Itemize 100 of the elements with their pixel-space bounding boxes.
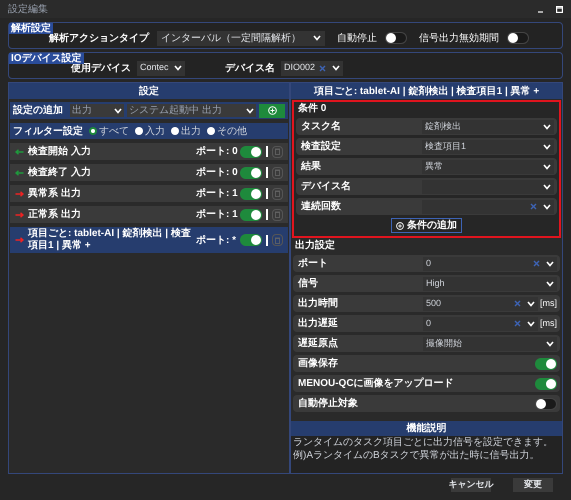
unit-label: [ms] <box>540 316 557 330</box>
field-label: 出力遅延 <box>298 316 339 331</box>
trash-icon <box>275 148 280 155</box>
plus-circle-icon <box>396 222 404 230</box>
port-label: ポート: * <box>196 234 236 248</box>
field-label: 解析アクションタイプ <box>49 32 149 46</box>
field-label: 連続回数 <box>301 200 342 214</box>
chevron-down-icon <box>332 65 340 71</box>
dropdown[interactable]: 出力 <box>70 104 124 117</box>
item-label: 異常系 出力 <box>28 188 82 200</box>
arrow-left-icon <box>15 170 24 176</box>
radio-button[interactable] <box>135 127 143 135</box>
radio-option[interactable]: すべて <box>89 124 129 138</box>
field-label: MENOU-QCに画像をアップロード <box>298 376 455 391</box>
dropdown[interactable]: High <box>423 276 557 290</box>
dropdown[interactable]: システム起動中 出力 <box>127 104 256 117</box>
toggle-switch[interactable] <box>240 188 262 200</box>
chevron-down-icon <box>546 280 554 286</box>
arrow-left-icon <box>15 148 24 154</box>
radio-button[interactable] <box>207 127 215 135</box>
toggle-switch[interactable] <box>240 146 262 158</box>
field-label: 信号 <box>298 276 319 291</box>
dropdown[interactable]: 撮像開始 <box>423 336 557 350</box>
item-label: 項目ごと: tablet-AI | 錠剤検出 | 検査項目1 | 異常 + <box>28 228 192 252</box>
toggle-switch[interactable] <box>385 32 407 44</box>
description-text: 例)AランタイムのBタスクで異常が出た時に信号出力。 <box>292 449 541 462</box>
item-label: 正常系 出力 <box>28 208 82 220</box>
radio-button[interactable] <box>89 127 97 135</box>
chevron-down-icon <box>174 65 182 71</box>
toggle-switch[interactable] <box>535 398 557 410</box>
dropdown[interactable]: 0 <box>423 316 538 330</box>
dropdown[interactable]: Contec <box>137 60 185 76</box>
setting-item[interactable]: 正常系 出力 ポート: 1 <box>10 206 288 223</box>
setting-item[interactable]: 異常系 出力 ポート: 1 <box>10 185 288 202</box>
toggle-switch[interactable] <box>240 166 262 178</box>
toggle-label: 自動停止 <box>337 32 377 46</box>
clear-icon <box>514 320 521 327</box>
setting-item[interactable]: 検査終了 入力 ポート: 0 <box>10 164 288 181</box>
field-label: デバイス名 <box>225 62 275 76</box>
plus-circle-icon <box>268 106 276 115</box>
chevron-down-icon <box>543 124 551 130</box>
trash-icon <box>275 236 280 244</box>
chevron-down-icon <box>546 340 554 346</box>
toggle-switch[interactable] <box>535 378 557 390</box>
trash-icon <box>275 211 280 218</box>
port-label: ポート: 0 <box>196 166 236 180</box>
field-label: 結果 <box>301 160 322 174</box>
field-label: 検査設定 <box>301 139 342 154</box>
section-label: 解析設定 <box>9 23 53 34</box>
add-button[interactable] <box>259 104 285 118</box>
dropdown[interactable]: インターバル（一定間隔解析） <box>157 30 325 46</box>
field-label: 画像保存 <box>298 356 339 371</box>
arrow-right-icon <box>15 190 24 196</box>
add-condition-button[interactable]: 条件の追加 <box>391 218 462 233</box>
item-label: 検査終了 入力 <box>28 166 92 178</box>
toggle-switch[interactable] <box>507 32 529 44</box>
unit-label: [ms] <box>540 296 557 310</box>
dialog-button[interactable]: 変更 <box>513 478 553 492</box>
section-title: 出力設定 <box>295 239 336 252</box>
chevron-down-icon <box>114 108 122 114</box>
dropdown[interactable]: 錠剤検出 <box>422 120 554 134</box>
chevron-down-icon <box>527 320 535 326</box>
clear-icon <box>530 203 537 210</box>
description-text: ランタイムのタスク項目ごとに出力信号を設定できます。 <box>292 436 554 449</box>
toggle-switch[interactable] <box>240 208 262 220</box>
arrow-right-icon <box>15 212 24 218</box>
toggle-switch[interactable] <box>240 234 262 246</box>
dropdown[interactable]: 異常 <box>422 160 554 174</box>
radio-option[interactable]: 入力 <box>135 124 165 138</box>
radio-button[interactable] <box>171 127 179 135</box>
radio-option[interactable]: その他 <box>207 124 247 138</box>
field-label: 出力時間 <box>298 296 339 311</box>
dropdown[interactable]: DIO002 <box>281 60 343 76</box>
toggle-switch[interactable] <box>535 358 557 370</box>
field-label: タスク名 <box>301 120 342 134</box>
maximize-icon[interactable] <box>556 6 563 12</box>
field-label: デバイス名 <box>301 180 352 194</box>
arrow-right-icon <box>15 237 24 243</box>
chevron-down-icon <box>313 35 321 41</box>
dropdown[interactable]: 0 <box>423 256 557 270</box>
port-label: ポート: 0 <box>196 145 236 159</box>
setting-item[interactable]: 項目ごと: tablet-AI | 錠剤検出 | 検査項目1 | 異常 + ポート: * <box>10 227 288 253</box>
port-label: ポート: 1 <box>196 187 236 201</box>
port-label: ポート: 1 <box>196 208 236 222</box>
trash-icon <box>275 190 280 197</box>
dropdown[interactable]: 検査項目1 <box>422 140 554 154</box>
field-label: 遅延原点 <box>298 336 339 351</box>
chevron-down-icon <box>543 184 551 190</box>
panel-header: 設定 <box>9 83 289 99</box>
field-label: 設定の追加 <box>13 103 64 118</box>
setting-item[interactable]: 検査開始 入力 ポート: 0 <box>10 143 288 160</box>
field-label: フィルター設定 <box>13 124 83 138</box>
chevron-down-icon <box>546 260 554 266</box>
dropdown[interactable]: 500 <box>423 296 538 310</box>
trash-icon <box>275 169 280 176</box>
field-label: ポート <box>298 257 329 271</box>
chevron-down-icon <box>246 108 254 114</box>
chevron-down-icon <box>543 164 551 170</box>
radio-option[interactable]: 出力 <box>171 124 201 138</box>
clear-icon <box>514 300 521 307</box>
